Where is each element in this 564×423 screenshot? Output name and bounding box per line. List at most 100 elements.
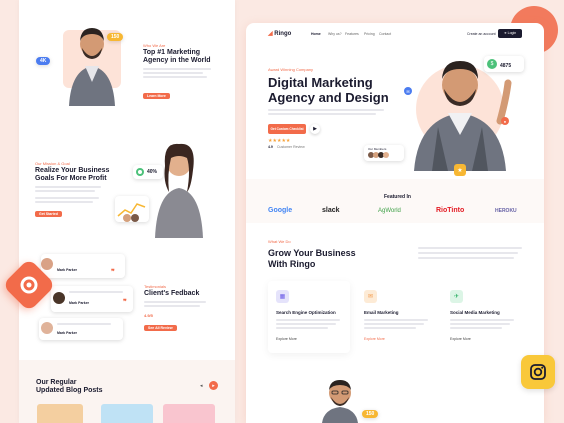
blog-prev-arrow[interactable]: ◂ [200, 383, 203, 389]
avatar [53, 292, 65, 304]
explore-link[interactable]: Explore More [450, 337, 471, 341]
login-button[interactable]: ➜ Login [498, 29, 522, 38]
hero-title-1: Top #1 Marketing [143, 49, 201, 56]
featured-title: Featured In [384, 194, 411, 200]
review-line [69, 291, 123, 293]
feedback-stat: 4.9/5 [144, 313, 153, 318]
profit-text-line [35, 197, 99, 199]
profit-start-button[interactable]: Get Started [35, 211, 62, 217]
rating-text: Customer Review [277, 145, 305, 149]
quote-icon: ❞ [111, 269, 115, 276]
featured-bg [246, 179, 544, 223]
service-line [276, 327, 328, 329]
grow-eyebrow: What We Do [268, 239, 291, 244]
service-line [364, 319, 428, 321]
review-name: Mark Parker [57, 331, 78, 335]
hero-title-1: Digital Marketing [268, 75, 373, 90]
stat-icon: $ [487, 59, 497, 69]
featured-logo-slack: slack [322, 207, 340, 214]
nav-home[interactable]: Home [311, 32, 321, 36]
featured-logo-google: Google [268, 207, 293, 214]
service-title: Social Media Marketing [450, 310, 500, 315]
instagram-icon[interactable] [521, 355, 555, 389]
hero-cta-button[interactable]: Get Custom Checklist [268, 124, 306, 134]
explore-link[interactable]: Explore More [276, 337, 297, 341]
feedback-button[interactable]: See All Review [144, 325, 177, 331]
service-line [276, 323, 336, 325]
left-page-preview: 4K 150 Who We Are Top #1 Marketing Agenc… [19, 0, 235, 423]
login-label: Login [507, 31, 517, 35]
service-line [450, 319, 514, 321]
team-label: Our Members [368, 147, 387, 151]
service-line [364, 327, 416, 329]
nav-pricing[interactable]: Pricing [364, 32, 375, 36]
service-title: Email Marketing [364, 310, 399, 315]
avatar [383, 152, 389, 158]
blog-thumb-3[interactable] [163, 404, 215, 423]
hero-eyebrow: Who We Are [143, 43, 166, 48]
featured-logo-agworld: AgWorld [378, 208, 401, 214]
nav-features[interactable]: Features [345, 32, 359, 36]
review-name: Mark Parker [69, 301, 90, 305]
service-card-email[interactable]: ✉ Email Marketing Explore More [356, 281, 438, 353]
nav-contact[interactable]: Contact [379, 32, 391, 36]
blog-thumb-2[interactable] [101, 404, 153, 423]
grow-title-2: With Ringo [268, 259, 316, 269]
grow-title-1: Grow Your Business [268, 248, 356, 258]
site-logo[interactable]: ◢ Ringo [268, 30, 291, 37]
hero-learn-button[interactable]: Learn More [143, 93, 170, 99]
review-name: Mark Parker [57, 268, 78, 272]
review-card-2: Mark Parker ❞ [51, 286, 133, 312]
avatar [41, 258, 53, 270]
email-icon: ✉ [364, 290, 377, 303]
hero-text-line [143, 76, 207, 78]
review-card-1: Mark Parker ❞ [41, 254, 125, 278]
service-card-social[interactable]: ✈ Social Media Marketing Explore More [442, 281, 524, 353]
quote-icon: ❞ [123, 299, 127, 306]
hero-text-line [143, 68, 211, 70]
profit-text-line [35, 186, 101, 188]
rating-stars: ★★★★★ [268, 138, 291, 144]
hero-title-2: Agency in the World [143, 57, 211, 64]
profit-stat-value: 40% [147, 169, 158, 175]
logo-text: Ringo [274, 31, 292, 37]
badge-float-icon: ★ [454, 164, 466, 176]
service-card-seo[interactable]: ▦ Search Engine Optimization Explore Mor… [268, 281, 350, 353]
nav-why-us[interactable]: Why us? [328, 32, 342, 36]
mail-float-icon: ✉ [404, 87, 412, 95]
hero-stat-value: 4875 [500, 63, 512, 69]
hero-text-line [268, 113, 376, 115]
explore-link[interactable]: Explore More [364, 337, 385, 341]
blog-title-1: Our Regular [36, 379, 77, 386]
hero-eyebrow: Award Winning Company [268, 67, 314, 72]
profit-stat-card: 40% [133, 165, 163, 179]
logo-mark-icon: ◢ [268, 31, 273, 37]
bottom-badge: 150 [362, 410, 379, 418]
review-line [57, 323, 111, 325]
team-card: Our Members [364, 145, 404, 161]
create-account-link[interactable]: Create an account [467, 32, 496, 36]
blog-next-arrow[interactable]: ▸ [209, 381, 218, 390]
featured-logo-riotinto: RioTinto [436, 207, 465, 214]
right-page-preview: ◢ Ringo Home Why us? Features Pricing Co… [246, 23, 544, 423]
hero-text-line [143, 72, 203, 74]
feedback-text-line [144, 305, 200, 307]
hero-text-line [268, 109, 384, 111]
avatar [41, 322, 53, 334]
service-title: Search Engine Optimization [276, 310, 336, 315]
service-line [450, 327, 502, 329]
profit-title-1: Realize Your Business [35, 167, 110, 174]
hero-title-2: Agency and Design [268, 90, 389, 105]
avatar-small [123, 214, 131, 222]
target-float-icon: ● [501, 117, 509, 125]
service-line [276, 319, 340, 321]
seo-icon: ▦ [276, 290, 289, 303]
profit-text-line [35, 201, 93, 203]
service-line [450, 323, 510, 325]
blog-thumb-1[interactable] [37, 404, 83, 423]
badge-left: 4K [36, 57, 51, 65]
profit-eyebrow: Our Mission & Goal [35, 161, 70, 166]
service-line [364, 323, 424, 325]
play-icon[interactable]: ▶ [310, 124, 320, 134]
blog-title-2: Updated Blog Posts [36, 387, 103, 394]
